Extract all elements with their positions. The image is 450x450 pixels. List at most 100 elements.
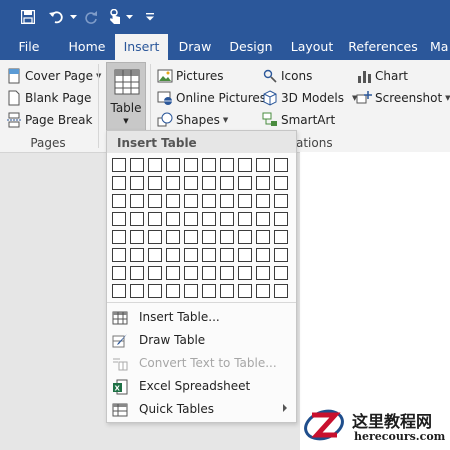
table-grid-cell[interactable] bbox=[274, 248, 288, 262]
quick-tables-menu-item[interactable]: Quick Tables bbox=[107, 399, 296, 421]
table-grid-cell[interactable] bbox=[220, 266, 234, 280]
tab-references[interactable]: References bbox=[348, 34, 418, 60]
table-grid-cell[interactable] bbox=[130, 230, 144, 244]
table-grid-cell[interactable] bbox=[112, 230, 126, 244]
table-grid-cell[interactable] bbox=[256, 212, 270, 226]
customize-qat-icon[interactable] bbox=[144, 0, 156, 34]
table-grid-cell[interactable] bbox=[256, 248, 270, 262]
table-grid-cell[interactable] bbox=[238, 158, 252, 172]
table-grid-cell[interactable] bbox=[256, 230, 270, 244]
tab-home[interactable]: Home bbox=[62, 34, 112, 60]
table-grid-cell[interactable] bbox=[274, 266, 288, 280]
touch-mode-icon[interactable] bbox=[106, 0, 124, 34]
table-grid-cell[interactable] bbox=[184, 176, 198, 190]
table-grid-cell[interactable] bbox=[148, 266, 162, 280]
table-grid-cell[interactable] bbox=[184, 248, 198, 262]
touch-dropdown-icon[interactable] bbox=[124, 0, 134, 34]
tab-mailings[interactable]: Ma bbox=[430, 34, 450, 60]
tab-draw[interactable]: Draw bbox=[172, 34, 218, 60]
table-grid-cell[interactable] bbox=[256, 194, 270, 208]
table-grid-cell[interactable] bbox=[130, 176, 144, 190]
table-grid-cell[interactable] bbox=[112, 248, 126, 262]
table-grid-cell[interactable] bbox=[184, 284, 198, 298]
chart-button[interactable]: Chart bbox=[356, 66, 408, 86]
table-grid-cell[interactable] bbox=[256, 266, 270, 280]
table-grid-cell[interactable] bbox=[130, 266, 144, 280]
tab-design[interactable]: Design bbox=[226, 34, 276, 60]
page-break-button[interactable]: Page Break bbox=[6, 110, 92, 130]
undo-icon[interactable] bbox=[46, 0, 68, 34]
insert-table-menu-item[interactable]: Insert Table... bbox=[107, 307, 296, 329]
table-grid-cell[interactable] bbox=[184, 158, 198, 172]
table-grid-cell[interactable] bbox=[220, 248, 234, 262]
table-grid-cell[interactable] bbox=[274, 158, 288, 172]
table-grid-cell[interactable] bbox=[184, 212, 198, 226]
table-grid-cell[interactable] bbox=[148, 194, 162, 208]
table-grid-cell[interactable] bbox=[148, 284, 162, 298]
table-grid-cell[interactable] bbox=[202, 266, 216, 280]
table-grid-cell[interactable] bbox=[166, 230, 180, 244]
table-grid-cell[interactable] bbox=[112, 266, 126, 280]
screenshot-button[interactable]: Screenshot ▼ bbox=[356, 88, 450, 108]
table-grid-cell[interactable] bbox=[148, 158, 162, 172]
table-grid-cell[interactable] bbox=[256, 176, 270, 190]
table-grid-cell[interactable] bbox=[274, 176, 288, 190]
cover-page-button[interactable]: Cover Page ▼ bbox=[6, 66, 101, 86]
3d-models-button[interactable]: 3D Models ▼ bbox=[262, 88, 357, 108]
table-grid-cell[interactable] bbox=[148, 248, 162, 262]
blank-page-button[interactable]: Blank Page bbox=[6, 88, 91, 108]
table-grid-cell[interactable] bbox=[274, 230, 288, 244]
table-grid-cell[interactable] bbox=[130, 212, 144, 226]
table-grid-cell[interactable] bbox=[184, 266, 198, 280]
online-pictures-button[interactable]: Online Pictures bbox=[157, 88, 266, 108]
table-grid-cell[interactable] bbox=[274, 194, 288, 208]
draw-table-menu-item[interactable]: Draw Table bbox=[107, 330, 296, 352]
undo-dropdown-icon[interactable] bbox=[68, 0, 78, 34]
table-grid-cell[interactable] bbox=[202, 230, 216, 244]
table-grid-cell[interactable] bbox=[238, 194, 252, 208]
table-grid-cell[interactable] bbox=[202, 248, 216, 262]
table-grid-cell[interactable] bbox=[202, 158, 216, 172]
table-grid-cell[interactable] bbox=[184, 194, 198, 208]
table-grid-cell[interactable] bbox=[166, 194, 180, 208]
table-grid-cell[interactable] bbox=[238, 230, 252, 244]
table-grid-cell[interactable] bbox=[238, 248, 252, 262]
table-grid-cell[interactable] bbox=[202, 284, 216, 298]
table-grid-cell[interactable] bbox=[202, 194, 216, 208]
table-grid-cell[interactable] bbox=[166, 248, 180, 262]
table-grid-cell[interactable] bbox=[184, 230, 198, 244]
table-grid-cell[interactable] bbox=[274, 284, 288, 298]
tab-layout[interactable]: Layout bbox=[287, 34, 337, 60]
table-grid-cell[interactable] bbox=[220, 230, 234, 244]
excel-spreadsheet-menu-item[interactable]: X Excel Spreadsheet bbox=[107, 376, 296, 398]
table-grid-cell[interactable] bbox=[148, 212, 162, 226]
table-grid-cell[interactable] bbox=[256, 284, 270, 298]
table-button[interactable]: Table ▼ bbox=[106, 62, 146, 132]
table-grid-cell[interactable] bbox=[112, 212, 126, 226]
table-grid-cell[interactable] bbox=[220, 176, 234, 190]
table-grid-cell[interactable] bbox=[112, 194, 126, 208]
table-grid-cell[interactable] bbox=[238, 266, 252, 280]
table-grid-cell[interactable] bbox=[220, 212, 234, 226]
table-grid-cell[interactable] bbox=[130, 284, 144, 298]
tab-file[interactable]: File bbox=[12, 34, 46, 60]
table-grid-cell[interactable] bbox=[130, 248, 144, 262]
table-grid-cell[interactable] bbox=[238, 176, 252, 190]
table-grid-cell[interactable] bbox=[112, 284, 126, 298]
table-grid-cell[interactable] bbox=[274, 212, 288, 226]
table-grid-cell[interactable] bbox=[112, 158, 126, 172]
shapes-button[interactable]: Shapes ▼ bbox=[157, 110, 228, 130]
table-grid-cell[interactable] bbox=[166, 212, 180, 226]
table-grid-cell[interactable] bbox=[166, 176, 180, 190]
save-icon[interactable] bbox=[18, 0, 38, 34]
table-grid-cell[interactable] bbox=[220, 284, 234, 298]
table-grid-cell[interactable] bbox=[220, 194, 234, 208]
table-grid-cell[interactable] bbox=[130, 194, 144, 208]
table-grid-cell[interactable] bbox=[202, 176, 216, 190]
smartart-button[interactable]: SmartArt bbox=[262, 110, 335, 130]
table-grid-cell[interactable] bbox=[148, 230, 162, 244]
pictures-button[interactable]: Pictures bbox=[157, 66, 224, 86]
table-grid-cell[interactable] bbox=[202, 212, 216, 226]
icons-button[interactable]: Icons bbox=[262, 66, 312, 86]
table-grid-cell[interactable] bbox=[166, 284, 180, 298]
